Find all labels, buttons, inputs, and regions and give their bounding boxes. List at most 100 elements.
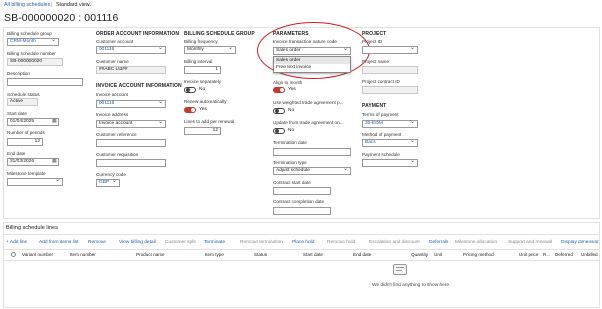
contract-start-field[interactable]	[273, 187, 331, 195]
termination-type-label: Termination type	[273, 160, 307, 165]
divider	[3, 249, 600, 250]
billing-schedule-group-label: Billing schedule group	[7, 31, 52, 36]
currency-code-label: Currency code	[96, 172, 126, 177]
deferrals-button[interactable]: Deferrals	[429, 240, 448, 245]
customer-split-button[interactable]: Customer split	[165, 240, 196, 245]
view-billing-detail-button[interactable]: View billing detail	[119, 240, 156, 245]
invoice-transaction-dropdown: Sales order Free text invoice	[273, 56, 351, 73]
invoice-transaction-label: Invoice transaction nature code	[273, 39, 337, 44]
customer-reference-label: Customer reference	[96, 132, 137, 137]
billing-interval-label: Billing interval	[184, 59, 213, 64]
customer-requisition-field[interactable]	[96, 159, 166, 167]
invoice-account-label: Invoice account	[96, 92, 128, 97]
col-end-date[interactable]: End date	[353, 252, 371, 257]
col-r[interactable]: R...	[543, 252, 550, 257]
invoice-separately-toggle[interactable]	[184, 87, 196, 93]
col-start-date[interactable]: Start date	[303, 252, 323, 257]
view-selector[interactable]: Standard view	[56, 2, 90, 8]
customer-name-label: Customer name	[96, 59, 129, 64]
add-line-button[interactable]: + Add line	[6, 240, 27, 245]
add-from-items-list-button[interactable]: Add from items list	[39, 240, 78, 245]
termination-date-label: Termination date	[273, 140, 307, 145]
billing-schedule-number-label: Billing schedule number	[7, 51, 56, 56]
col-item-number[interactable]: Item number	[70, 252, 96, 257]
invoice-separately-label: Invoice separately	[184, 79, 222, 84]
display-dimensions-button[interactable]: Display dimensions	[561, 240, 599, 245]
billing-interval-field[interactable]: 1	[184, 66, 221, 74]
calendar-icon[interactable]: ▦	[52, 118, 57, 124]
description-label: Description	[7, 71, 30, 76]
billing-frequency-label: Billing frequency	[184, 39, 218, 44]
update-from-trade-toggle[interactable]	[273, 128, 285, 134]
milestone-allocation-button[interactable]: Milestone allocation	[455, 240, 497, 245]
col-product-name[interactable]: Product name	[136, 252, 165, 257]
col-quantity[interactable]: Quantity	[411, 252, 428, 257]
select-all-radio[interactable]	[11, 252, 16, 257]
project-name-field	[362, 66, 418, 74]
terms-of-payment-field[interactable]: 30-EOM	[362, 120, 418, 128]
lines-to-add-field[interactable]: 12	[184, 127, 221, 135]
start-date-label: Start date	[7, 111, 27, 116]
col-unit-price[interactable]: Unit price	[519, 252, 538, 257]
empty-state-message: We didn't find anything to show here.	[372, 283, 451, 288]
update-from-trade-state: No	[288, 128, 295, 133]
invoice-separately-state: No	[199, 87, 206, 92]
place-hold-menu[interactable]: Place hold	[292, 240, 314, 245]
end-date-label: End date	[7, 151, 26, 156]
remove-hold-menu[interactable]: Remove hold	[327, 240, 355, 245]
invoice-address-field[interactable]: Invoice account	[96, 120, 166, 128]
col-item-type[interactable]: Item type	[205, 252, 224, 257]
remove-termination-button[interactable]: Remove termination	[240, 240, 283, 245]
col-pricing-method[interactable]: Pricing method	[463, 252, 494, 257]
update-from-trade-label: Update from trade agreement on...	[273, 120, 344, 125]
billing-schedule-group-header: BILLING SCHEDULE GROUP	[184, 31, 255, 37]
currency-code-field[interactable]: GBP	[96, 179, 120, 187]
number-of-periods-field[interactable]: 12	[7, 138, 43, 146]
contract-completion-field[interactable]	[273, 207, 331, 215]
invoice-account-field[interactable]: 001116	[96, 100, 166, 108]
description-field[interactable]	[7, 78, 83, 86]
billing-frequency-field[interactable]: Monthly	[184, 46, 236, 54]
customer-account-field[interactable]: 001116	[96, 46, 166, 54]
top-bar: All billing schedules | Standard view ⌄	[0, 0, 602, 10]
renew-automatically-label: Renew automatically	[184, 99, 227, 104]
dropdown-option-free-text-invoice[interactable]: Free text invoice	[274, 64, 350, 71]
all-billing-schedules-link[interactable]: All billing schedules	[4, 2, 50, 8]
col-status[interactable]: Status	[254, 252, 267, 257]
parameters-header: PARAMETERS	[273, 31, 309, 37]
project-id-field[interactable]	[362, 46, 418, 54]
support-renewal-button[interactable]: Support and renewal	[508, 240, 552, 245]
calendar-icon[interactable]: ▦	[52, 158, 57, 164]
contract-start-label: Contract start date	[273, 180, 311, 185]
use-weighted-toggle[interactable]	[273, 108, 285, 114]
align-to-month-toggle[interactable]	[273, 87, 285, 93]
customer-name-field: ##ABC Ltd##	[96, 66, 166, 74]
payment-schedule-field[interactable]	[362, 159, 418, 167]
payment-schedule-label: Payment schedule	[362, 152, 400, 157]
dropdown-option-sales-order[interactable]: Sales order	[274, 57, 350, 64]
customer-reference-field[interactable]	[96, 139, 166, 147]
milestone-template-label: Milestone template	[7, 171, 46, 176]
invoice-transaction-field[interactable]: Sales order	[273, 47, 351, 55]
billing-schedule-group-field[interactable]: CRM-Month	[7, 38, 59, 46]
terminate-menu[interactable]: Terminate	[204, 240, 225, 245]
col-unbilled[interactable]: Unbilled	[581, 252, 600, 257]
lines-title: Billing schedule lines	[6, 225, 58, 231]
termination-type-field[interactable]: Adjust schedule	[273, 167, 351, 175]
method-of-payment-field[interactable]: Bacs	[362, 139, 418, 147]
escalation-discount-button[interactable]: Escalation and discount	[369, 240, 420, 245]
project-contract-field	[362, 86, 418, 94]
milestone-template-field[interactable]	[7, 178, 63, 186]
renew-automatically-toggle[interactable]	[184, 107, 196, 113]
use-weighted-state: No	[288, 108, 295, 113]
customer-requisition-label: Customer requisition	[96, 152, 139, 157]
termination-date-field[interactable]	[273, 148, 351, 156]
col-deferred[interactable]: Deferred	[555, 252, 573, 257]
project-id-label: Project ID	[362, 39, 383, 44]
payment-header: PAYMENT	[362, 103, 387, 109]
remove-button[interactable]: Remove	[88, 240, 106, 245]
chevron-down-icon[interactable]: ⌄	[88, 2, 92, 8]
col-variant-number[interactable]: Variant number	[22, 252, 53, 257]
col-unit[interactable]: Unit	[434, 252, 442, 257]
invoice-account-header: INVOICE ACCOUNT INFORMATION	[96, 83, 182, 89]
